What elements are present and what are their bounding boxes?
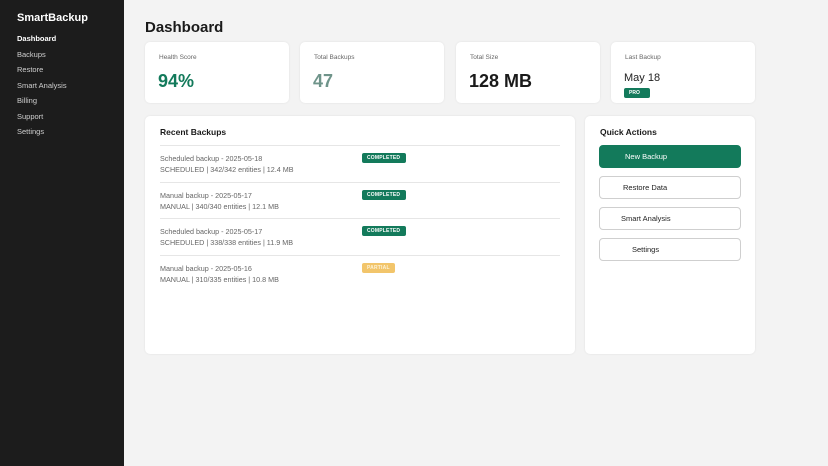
page-title: Dashboard xyxy=(145,19,224,36)
health-score-card: Health Score 94% xyxy=(145,42,289,103)
status-badge: PARTIAL xyxy=(362,262,395,273)
new-backup-button[interactable]: New Backup xyxy=(599,145,741,168)
backup-meta: SCHEDULED | 338/338 entities | 11.9 MB xyxy=(160,238,294,247)
backup-name: Manual backup - 2025-05-16 xyxy=(160,263,252,273)
last-backup-card: Last Backup May 18 PRO xyxy=(611,42,755,103)
sidebar: SmartBackup Dashboard Backups Restore Sm… xyxy=(0,0,124,466)
health-score-label: Health Score xyxy=(159,54,197,61)
sidebar-nav: Dashboard Backups Restore Smart Analysis… xyxy=(17,34,67,143)
recent-backups-list: Scheduled backup - 2025-05-18 SCHEDULED … xyxy=(160,145,560,291)
total-size-card: Total Size 128 MB xyxy=(456,42,600,103)
sidebar-item-settings[interactable]: Settings xyxy=(17,127,67,143)
smart-analysis-button[interactable]: Smart Analysis xyxy=(599,207,741,230)
status-badge: COMPLETED xyxy=(362,189,406,200)
list-item[interactable]: Manual backup - 2025-05-16 MANUAL | 310/… xyxy=(160,254,560,292)
total-size-value: 128 MB xyxy=(469,71,533,91)
backup-meta: MANUAL | 310/335 entities | 10.8 MB xyxy=(160,274,279,284)
recent-backups-title: Recent Backups xyxy=(160,127,227,137)
health-score-value: 94% xyxy=(158,71,195,91)
sidebar-item-backups[interactable]: Backups xyxy=(17,50,67,66)
list-item[interactable]: Manual backup - 2025-05-17 MANUAL | 340/… xyxy=(160,181,560,219)
sidebar-item-dashboard[interactable]: Dashboard xyxy=(17,34,67,50)
backup-meta: SCHEDULED | 342/342 entities | 12.4 MB xyxy=(160,165,294,174)
restore-data-button[interactable]: Restore Data xyxy=(599,176,741,199)
total-backups-card: Total Backups 47 xyxy=(300,42,444,103)
sidebar-item-support[interactable]: Support xyxy=(17,112,67,128)
brand-logo-text: SmartBackup xyxy=(17,12,88,24)
quick-actions-title: Quick Actions xyxy=(600,127,657,137)
status-badge: COMPLETED xyxy=(362,226,406,236)
last-backup-label: Last Backup xyxy=(625,54,661,61)
sidebar-item-smart-analysis[interactable]: Smart Analysis xyxy=(17,81,67,97)
sidebar-item-billing[interactable]: Billing xyxy=(17,96,67,112)
backup-name: Manual backup - 2025-05-17 xyxy=(160,190,252,200)
list-item[interactable]: Scheduled backup - 2025-05-18 SCHEDULED … xyxy=(160,145,560,182)
recent-backups-panel: Recent Backups Scheduled backup - 2025-0… xyxy=(145,116,575,354)
backup-meta: MANUAL | 340/340 entities | 12.1 MB xyxy=(160,201,279,211)
status-badge: COMPLETED xyxy=(362,153,406,163)
settings-button[interactable]: Settings xyxy=(599,238,741,261)
pro-badge: PRO xyxy=(624,88,650,98)
list-item[interactable]: Scheduled backup - 2025-05-17 SCHEDULED … xyxy=(160,218,560,255)
total-size-label: Total Size xyxy=(470,54,499,61)
total-backups-value: 47 xyxy=(313,71,334,91)
total-backups-label: Total Backups xyxy=(314,54,355,61)
last-backup-value: May 18 xyxy=(624,72,661,84)
backup-name: Scheduled backup - 2025-05-18 xyxy=(160,154,263,163)
quick-actions-panel: Quick Actions New Backup Restore Data Sm… xyxy=(585,116,755,354)
backup-name: Scheduled backup - 2025-05-17 xyxy=(160,227,263,236)
sidebar-item-restore[interactable]: Restore xyxy=(17,65,67,81)
